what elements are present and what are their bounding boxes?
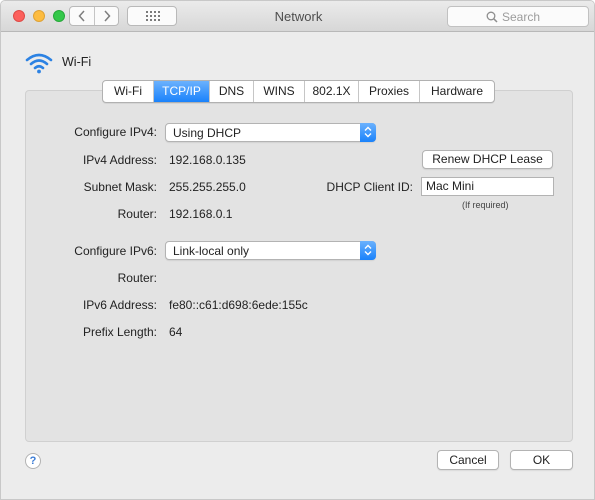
configure-ipv4-label: Configure IPv4:	[74, 125, 157, 139]
popup-arrows-icon	[360, 123, 376, 142]
cancel-button[interactable]: Cancel	[437, 450, 499, 470]
configure-ipv6-popup[interactable]: Link-local only	[165, 241, 376, 260]
configure-ipv4-popup[interactable]: Using DHCP	[165, 123, 376, 142]
tab-wins[interactable]: WINS	[254, 81, 305, 102]
configure-ipv6-value: Link-local only	[173, 244, 250, 258]
tab-8021x[interactable]: 802.1X	[305, 81, 359, 102]
prefix-length-label: Prefix Length:	[82, 325, 157, 339]
help-button[interactable]: ?	[25, 453, 41, 469]
renew-dhcp-lease-button[interactable]: Renew DHCP Lease	[422, 150, 553, 169]
ipv4-address-label: IPv4 Address:	[82, 153, 157, 167]
subnet-mask-value: 255.255.255.0	[169, 180, 246, 194]
tcpip-panel	[25, 90, 573, 442]
configure-ipv4-value: Using DHCP	[173, 126, 242, 140]
interface-name: Wi-Fi	[62, 55, 92, 69]
prefix-length-value: 64	[169, 325, 183, 339]
search-placeholder: Search	[502, 10, 541, 24]
ipv6-router-label: Router:	[117, 271, 157, 285]
network-preferences-window: Network Search Wi-Fi Wi-Fi TCP/IP DNS WI…	[0, 0, 595, 500]
search-field[interactable]: Search	[447, 6, 589, 27]
tab-proxies[interactable]: Proxies	[359, 81, 420, 102]
search-icon	[486, 11, 498, 23]
title-bar: Network Search	[1, 1, 594, 32]
ipv6-address-label: IPv6 Address:	[82, 298, 157, 312]
dhcp-client-id-label: DHCP Client ID:	[326, 180, 413, 194]
tab-tcpip[interactable]: TCP/IP	[154, 81, 210, 102]
tab-wifi[interactable]: Wi-Fi	[103, 81, 154, 102]
wifi-icon	[25, 53, 53, 74]
ipv6-address-value: fe80::c61:d698:6ede:155c	[169, 298, 308, 312]
configure-ipv6-label: Configure IPv6:	[74, 244, 157, 258]
settings-tabs: Wi-Fi TCP/IP DNS WINS 802.1X Proxies Har…	[102, 80, 495, 103]
tab-hardware[interactable]: Hardware	[420, 81, 494, 102]
tab-dns[interactable]: DNS	[210, 81, 254, 102]
dhcp-client-id-field[interactable]: Mac Mini	[421, 177, 554, 196]
popup-arrows-icon	[360, 241, 376, 260]
ipv4-router-label: Router:	[117, 207, 157, 221]
ipv4-router-value: 192.168.0.1	[169, 207, 233, 221]
ok-button[interactable]: OK	[510, 450, 573, 470]
ipv4-address-value: 192.168.0.135	[169, 153, 246, 167]
client-id-hint: (If required)	[462, 200, 509, 210]
subnet-mask-label: Subnet Mask:	[83, 180, 157, 194]
